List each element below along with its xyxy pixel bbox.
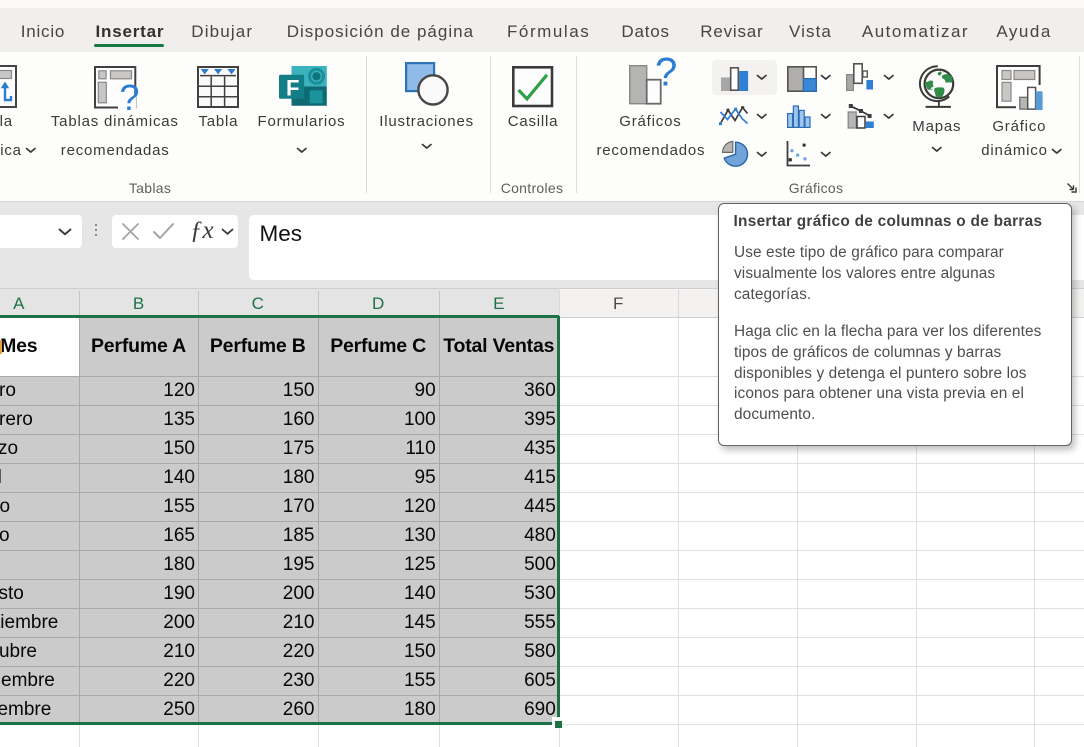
svg-text:F: F <box>286 76 299 101</box>
svg-text:?: ? <box>655 51 677 95</box>
svg-text:?: ? <box>120 77 140 118</box>
